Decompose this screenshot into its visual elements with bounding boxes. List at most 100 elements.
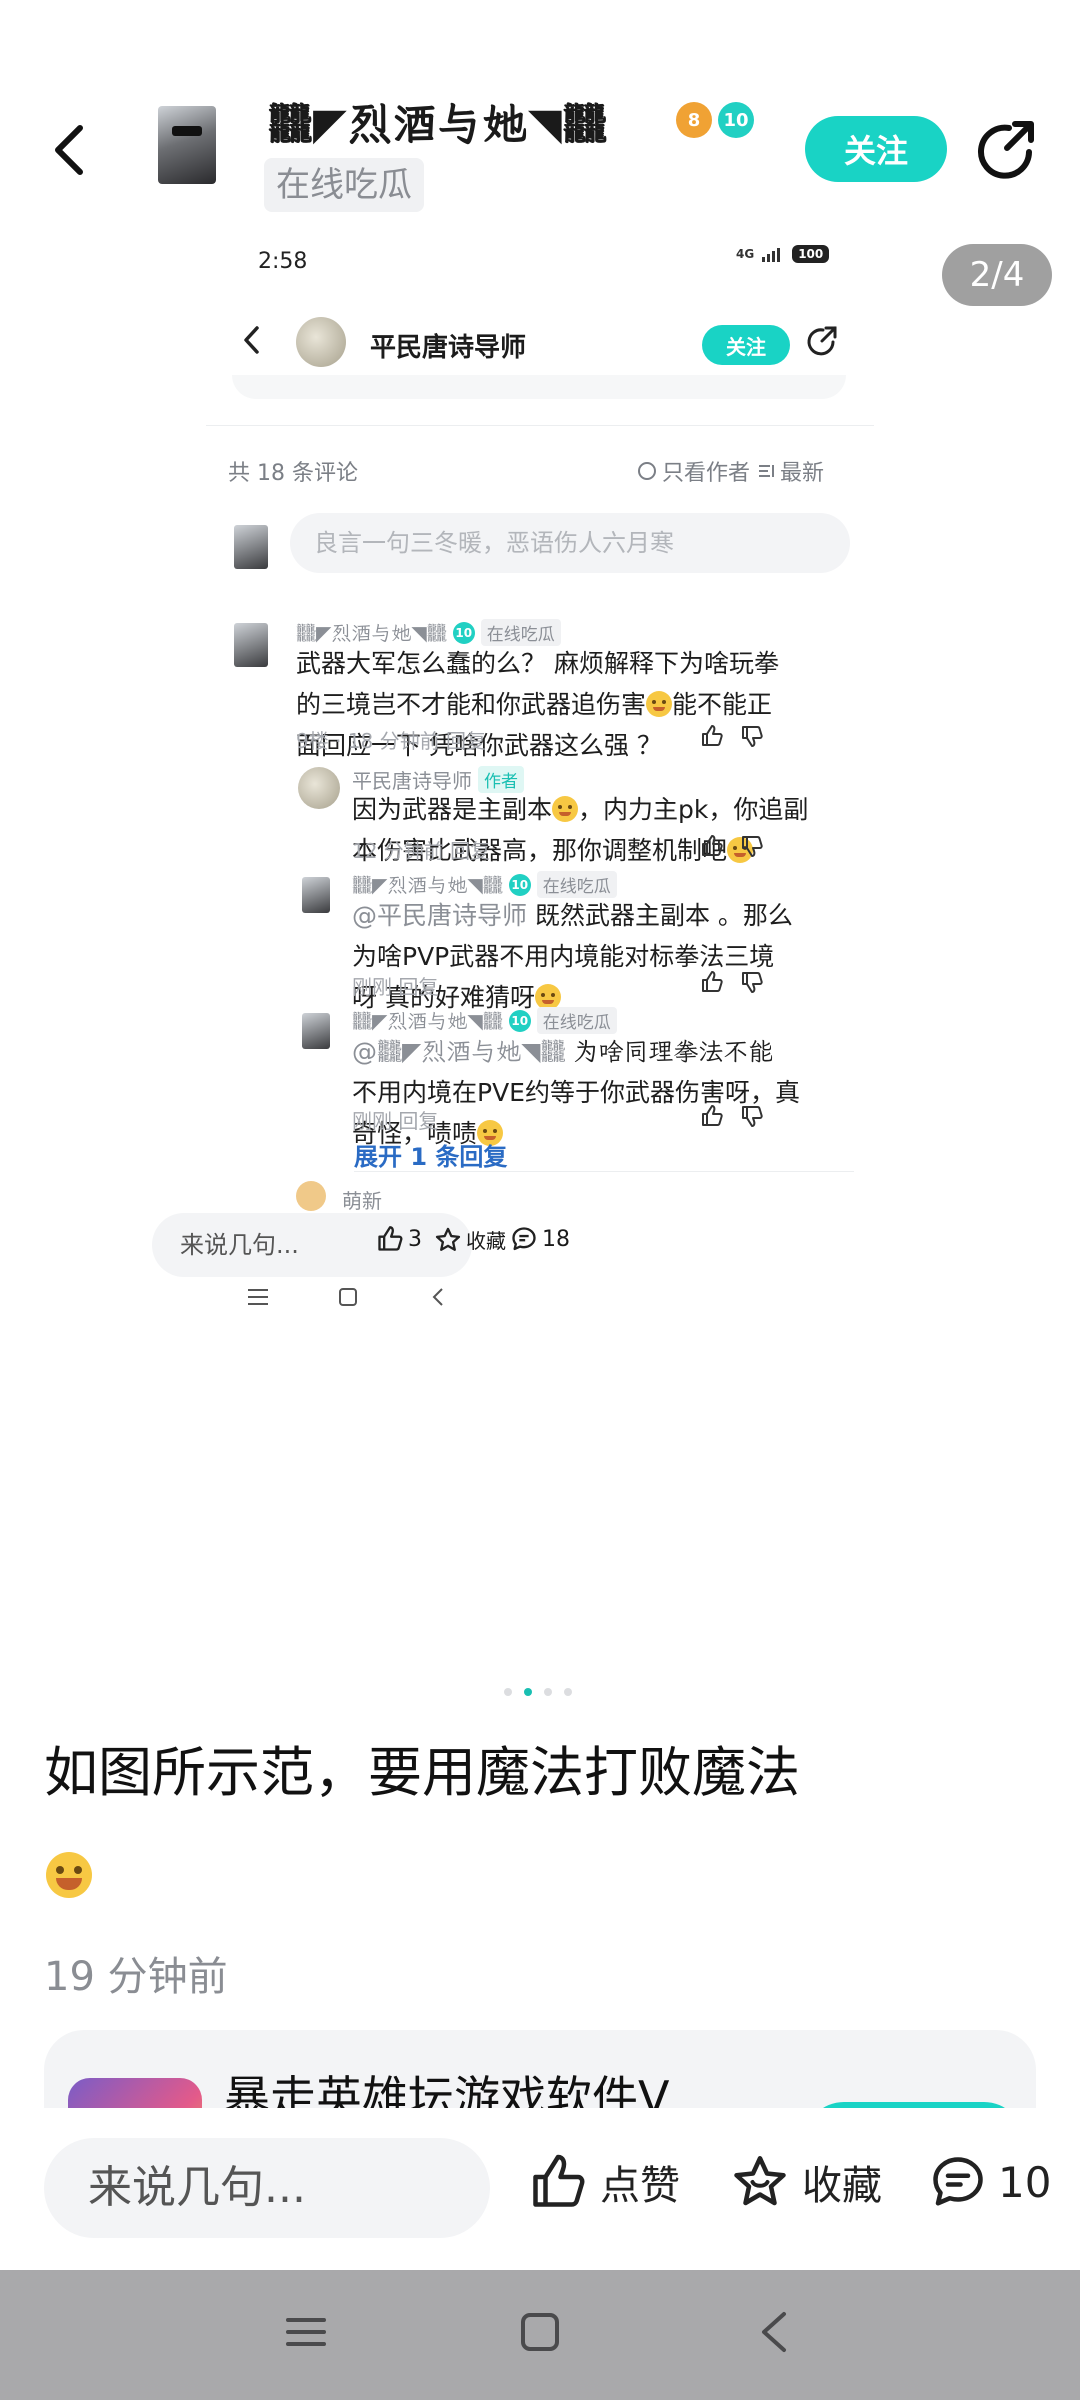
thumbs-up-icon (702, 725, 723, 746)
comment-line: @平民唐诗导师 既然武器主副本 。那么 (352, 895, 852, 936)
thumbs-down-icon (742, 1106, 763, 1127)
screenshot-input: 来说几句... (152, 1213, 472, 1277)
comments-button[interactable]: 10 (928, 2152, 1051, 2212)
screenshot-author-avatar (296, 317, 346, 367)
author-avatar[interactable] (158, 106, 216, 184)
divider (354, 1171, 854, 1172)
comment-bubble-icon (512, 1227, 536, 1251)
comment-line: 武器大军怎么蠢的么？ 麻烦解释下为啥玩拳 (296, 649, 779, 678)
only-author-label: 只看作者 (662, 461, 751, 486)
comment-line: 因为武器是主副本 ，内力主pk，你追副 (352, 789, 842, 830)
author-badges: 8 10 (676, 102, 754, 138)
comment-actions (700, 834, 764, 858)
screenshot-action-bar: 来说几句... 3 收藏 18 (152, 1209, 874, 1279)
comment-input[interactable]: 来说几句... (44, 2138, 490, 2238)
back-icon[interactable] (756, 2310, 792, 2354)
comment-header: 共 18 条评论 只看作者 最新 (228, 449, 848, 489)
favorite-label: 收藏 (802, 2163, 882, 2209)
thumbs-up-icon (702, 1105, 723, 1126)
screenshot-favorite: 收藏 (434, 1225, 506, 1254)
recents-menu-icon[interactable] (284, 2310, 328, 2354)
author-tag: 在线吃瓜 (264, 158, 424, 212)
comment-actions (700, 724, 764, 748)
thumbs-down-icon (742, 726, 763, 747)
signal-bars-icon (762, 248, 781, 262)
comment-input-row: 良言一句三冬暖，恶语伤人六月寒 (228, 513, 850, 573)
thumbs-up-icon (702, 835, 723, 856)
grin-emoji-icon (46, 1852, 92, 1898)
like-label: 点赞 (600, 2163, 680, 2209)
image-page-indicator: 2/4 (942, 244, 1052, 306)
back-icon (432, 1288, 443, 1306)
my-avatar (234, 525, 268, 569)
comment-segment: 因为武器是主副本 (352, 795, 553, 824)
screenshot-nav: 平民唐诗导师 关注 (206, 305, 874, 375)
avatar (234, 623, 268, 667)
comment-segment: 能不能正 (672, 690, 773, 719)
comment-count: 10 (998, 2157, 1052, 2207)
only-author-toggle: 只看作者 (638, 455, 750, 487)
commenter-name: 𪚥◤烈酒与她◥𪚥 (352, 872, 503, 897)
mention-link: @平民唐诗导师 (352, 901, 528, 930)
follow-button[interactable]: 关注 (805, 116, 947, 182)
carousel-dot[interactable] (564, 1688, 572, 1696)
share-icon (978, 121, 1034, 179)
carousel-dot[interactable] (504, 1688, 512, 1696)
star-icon (435, 1227, 461, 1251)
comment-meta: 12 分钟前 回复 (352, 839, 491, 863)
bottom-action-bar: 来说几句... 点赞 收藏 10 (0, 2108, 1080, 2270)
medal-badge-icon: 8 (676, 102, 712, 138)
back-arrow-icon (55, 125, 83, 175)
post-content: 如图所示范，要用魔法打败魔法 (44, 1741, 800, 1804)
comment-bubble-icon (933, 2157, 983, 2206)
divider (206, 425, 874, 426)
level-badge-icon: 10 (508, 873, 531, 896)
battery-icon: 100 (792, 245, 830, 263)
back-button[interactable] (40, 120, 100, 180)
share-button[interactable] (975, 118, 1039, 182)
screenshot-share-icon (807, 326, 837, 356)
home-icon (339, 1288, 357, 1306)
carousel-dot-active[interactable] (524, 1688, 532, 1696)
avatar (298, 767, 340, 809)
post-image[interactable]: 2:58 4G 100 平民唐诗导师 关注 共 18 条评论 只看作者 最新 良… (152, 235, 874, 1635)
commenter-name: 𪚥◤烈酒与她◥𪚥 (296, 620, 447, 645)
expand-replies-link: 展开 1 条回复 (354, 1143, 508, 1171)
screenshot-back-icon (244, 326, 259, 354)
emoji-icon (646, 691, 673, 717)
screenshot-author-name: 平民唐诗导师 (370, 333, 527, 363)
like-count: 3 (408, 1226, 422, 1252)
sort-latest: 最新 (758, 455, 824, 487)
avatar (296, 1181, 326, 1211)
author-name[interactable]: 𪚥◤烈酒与她◥𪚥 (268, 98, 608, 150)
favorite-button[interactable]: 收藏 (730, 2152, 882, 2212)
post-timestamp: 19 分钟前 (44, 1954, 228, 2000)
screenshot-time: 2:58 (258, 249, 308, 274)
comment-segment: ，内力主pk，你追副 (578, 795, 809, 824)
screenshot-follow-button: 关注 (702, 325, 790, 365)
level-badge-icon: 10 (452, 621, 475, 644)
like-button[interactable]: 点赞 (528, 2152, 680, 2212)
emoji-icon (552, 796, 579, 822)
level-badge-icon: 10 (718, 102, 754, 138)
screenshot-like: 3 (376, 1225, 422, 1253)
thumbs-up-icon (533, 2154, 585, 2207)
menu-icon (248, 1289, 268, 1305)
comment-segment: 既然武器主副本 。那么 (527, 901, 793, 930)
user-tag: 在线吃瓜 (536, 871, 617, 898)
comment-segment: 的三境岂不才能和你武器追伤害 (296, 690, 647, 719)
comment-count: 共 18 条评论 (228, 461, 358, 486)
reply-header: 𪚥◤烈酒与她◥𪚥 10 在线吃瓜 (352, 871, 617, 898)
star-icon (734, 2156, 786, 2206)
signal-icon: 4G (736, 247, 755, 261)
screenshot-status: 4G 100 (736, 245, 830, 263)
comment-actions (700, 1104, 764, 1128)
carousel-dots (504, 1688, 572, 1696)
reply-text: @𪚥◤烈酒与她◥𪚥 为啥同理拳法不能 不用内境在PVE约等于你武器伤害呀，真 奇… (352, 1031, 852, 1154)
post-header: 𪚥◤烈酒与她◥𪚥 8 10 在线吃瓜 关注 (0, 70, 1080, 240)
home-icon[interactable] (518, 2310, 562, 2354)
thumbs-up-icon (378, 1226, 403, 1251)
comment-meta: 9楼 · 18 分钟前 回复 (296, 729, 486, 753)
radio-icon (638, 462, 656, 480)
carousel-dot[interactable] (544, 1688, 552, 1696)
